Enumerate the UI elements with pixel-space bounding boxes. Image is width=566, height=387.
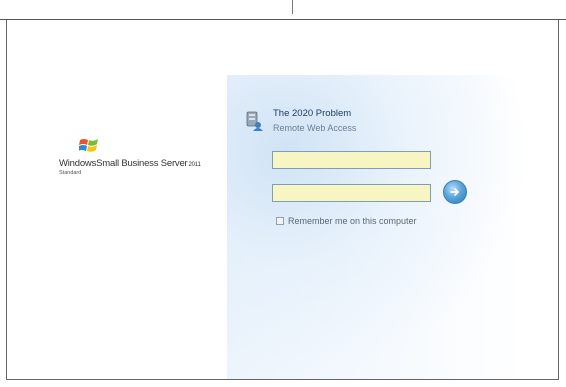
login-background <box>227 75 527 379</box>
remember-me-checkbox[interactable] <box>276 217 284 225</box>
logo-product: Small Business Server <box>96 158 188 169</box>
page-frame: WindowsSmall Business Server2011 Standar… <box>0 0 566 387</box>
server-users-icon <box>246 111 263 131</box>
username-field[interactable] <box>272 151 431 169</box>
top-divider <box>292 0 293 14</box>
windows-flag-icon <box>79 139 98 152</box>
product-name: WindowsSmall Business Server2011 <box>59 158 201 169</box>
password-field[interactable] <box>272 184 431 202</box>
login-button[interactable] <box>443 180 467 204</box>
logo-brand: Windows <box>59 158 97 169</box>
remember-me[interactable]: Remember me on this computer <box>276 216 417 226</box>
arrow-right-icon <box>450 188 459 196</box>
top-bar <box>0 0 566 20</box>
logo-year: 2011 <box>188 162 201 168</box>
site-title: The 2020 Problem <box>273 108 352 119</box>
site-subtitle: Remote Web Access <box>273 123 357 133</box>
logo-edition: Standard <box>59 170 82 176</box>
remember-me-label: Remember me on this computer <box>288 216 417 226</box>
